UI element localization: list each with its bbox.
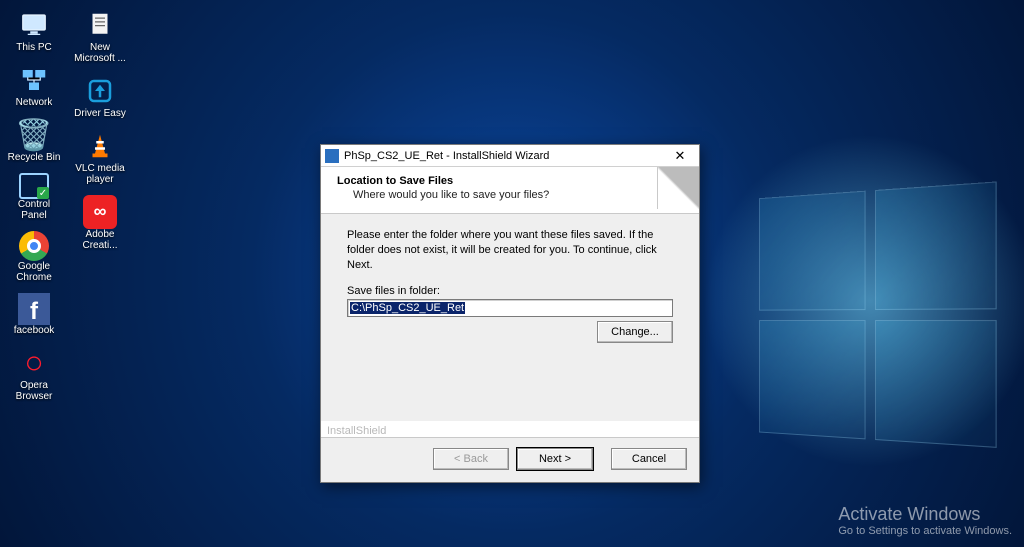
- instruction-text: Please enter the folder where you want t…: [347, 228, 673, 273]
- desktop-icon-recycle-bin[interactable]: 🗑️ Recycle Bin: [6, 118, 62, 163]
- dialog-heading: Location to Save Files: [337, 175, 683, 187]
- desktop-icon-driver-easy[interactable]: Driver Easy: [72, 74, 128, 119]
- dialog-body: Please enter the folder where you want t…: [321, 214, 699, 421]
- desktop-icon-label: This PC: [16, 42, 52, 53]
- activation-watermark: Activate Windows Go to Settings to activ…: [838, 504, 1012, 537]
- network-icon: [14, 63, 54, 97]
- watermark-title: Activate Windows: [838, 504, 1012, 525]
- dialog-subheading: Where would you like to save your files?: [337, 189, 683, 201]
- adobe-icon: ∞: [83, 195, 117, 229]
- cancel-button[interactable]: Cancel: [611, 448, 687, 470]
- desktop-icon-chrome[interactable]: Google Chrome: [6, 231, 62, 283]
- folder-label: Save files in folder:: [347, 285, 673, 297]
- desktop-icon-facebook[interactable]: f facebook: [6, 293, 62, 336]
- desktop-icon-control-panel[interactable]: Control Panel: [6, 173, 62, 221]
- desktop-icon-label: facebook: [14, 325, 55, 336]
- recycle-bin-icon: 🗑️: [14, 118, 54, 152]
- desktop-icon-label: Opera Browser: [6, 380, 62, 402]
- dialog-titlebar[interactable]: PhSp_CS2_UE_Ret - InstallShield Wizard ✕: [321, 145, 699, 167]
- close-button[interactable]: ✕: [663, 146, 697, 166]
- desktop-icon-adobe[interactable]: ∞ Adobe Creati...: [72, 195, 128, 251]
- desktop-icon-label: New Microsoft ...: [72, 42, 128, 64]
- close-icon: ✕: [675, 148, 686, 164]
- desktop-icon-vlc[interactable]: VLC media player: [72, 129, 128, 185]
- desktop-icon-label: Adobe Creati...: [72, 229, 128, 251]
- change-button[interactable]: Change...: [597, 321, 673, 343]
- dialog-title: PhSp_CS2_UE_Ret - InstallShield Wizard: [344, 150, 663, 162]
- desktop-icon-label: Control Panel: [6, 199, 62, 221]
- desktop-icons: This PC Network 🗑️ Recycle Bin Control P…: [6, 8, 128, 402]
- app-icon: [325, 149, 339, 163]
- computer-icon: [14, 8, 54, 42]
- watermark-subtitle: Go to Settings to activate Windows.: [838, 525, 1012, 537]
- page-curl-decoration: [657, 167, 699, 209]
- vlc-icon: [80, 129, 120, 163]
- next-button[interactable]: Next >: [517, 448, 593, 470]
- desktop-icon-opera[interactable]: ○ Opera Browser: [6, 346, 62, 402]
- folder-path-value: C:\PhSp_CS2_UE_Ret: [350, 302, 465, 314]
- opera-icon: ○: [14, 346, 54, 380]
- chrome-icon: [19, 231, 49, 261]
- document-icon: [80, 8, 120, 42]
- control-panel-icon: [19, 173, 49, 199]
- dialog-header: Location to Save Files Where would you l…: [321, 167, 699, 214]
- desktop-icon-label: Google Chrome: [6, 261, 62, 283]
- installshield-brand: InstallShield: [321, 421, 699, 437]
- desktop-icon-new-microsoft[interactable]: New Microsoft ...: [72, 8, 128, 64]
- installshield-dialog: PhSp_CS2_UE_Ret - InstallShield Wizard ✕…: [320, 144, 700, 483]
- dialog-footer: < Back Next > Cancel: [321, 437, 699, 482]
- windows-logo-background: [759, 181, 1007, 460]
- folder-path-input[interactable]: C:\PhSp_CS2_UE_Ret: [347, 299, 673, 317]
- facebook-icon: f: [18, 293, 50, 325]
- desktop-icon-label: Driver Easy: [74, 108, 126, 119]
- desktop-icon-network[interactable]: Network: [6, 63, 62, 108]
- back-button[interactable]: < Back: [433, 448, 509, 470]
- desktop-icon-this-pc[interactable]: This PC: [6, 8, 62, 53]
- desktop-icon-label: Recycle Bin: [8, 152, 61, 163]
- driver-easy-icon: [80, 74, 120, 108]
- desktop-icon-label: VLC media player: [72, 163, 128, 185]
- desktop-icon-label: Network: [16, 97, 53, 108]
